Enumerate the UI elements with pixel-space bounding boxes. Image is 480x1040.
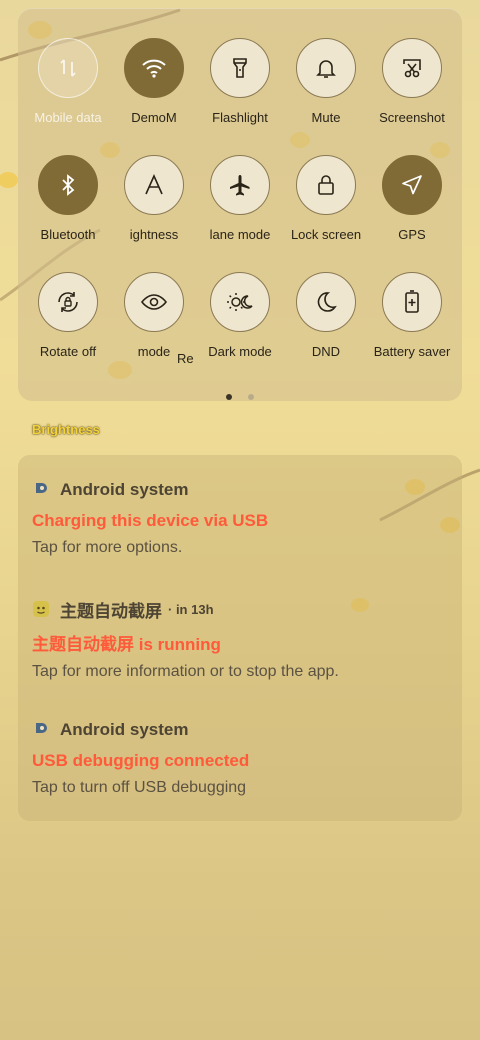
tile-dark-mode[interactable]: Dark mode bbox=[197, 272, 283, 359]
tile-label: Flashlight bbox=[212, 110, 268, 125]
bluetooth-icon bbox=[62, 174, 75, 196]
wifi-icon bbox=[142, 59, 166, 78]
tile-screenshot[interactable]: Screenshot bbox=[369, 38, 455, 125]
brightness-label: Brightness bbox=[32, 422, 100, 437]
airplane-icon bbox=[230, 175, 250, 196]
tile-label: Mobile data bbox=[34, 110, 102, 125]
bell-icon bbox=[316, 60, 336, 78]
tile-label: DemoM bbox=[131, 110, 177, 125]
page-dot[interactable] bbox=[248, 394, 255, 400]
tile-battery-saver[interactable]: Battery saver bbox=[369, 272, 455, 359]
notification-title: Charging this device via USB bbox=[32, 511, 269, 530]
rotate-lock-icon bbox=[58, 292, 78, 312]
tile-label: ightness bbox=[129, 227, 179, 242]
screenshot-icon bbox=[403, 59, 421, 78]
page-indicator bbox=[18, 387, 462, 405]
tile-label: GPS bbox=[398, 227, 426, 242]
notification-title: 主题自动截屏 is running bbox=[32, 635, 221, 654]
tile-reading-mode[interactable]: mode bbox=[111, 272, 197, 359]
dark-mode-icon bbox=[227, 293, 253, 311]
notification-body: Tap to turn off USB debugging bbox=[32, 779, 247, 796]
tile-dnd[interactable]: DND bbox=[283, 272, 369, 359]
notification-app-name: Android system bbox=[60, 480, 189, 499]
tile-label: Battery saver bbox=[373, 344, 451, 359]
tile-label: Mute bbox=[311, 110, 341, 125]
battery-plus-icon bbox=[405, 290, 419, 313]
quick-settings-panel: Mobile data DemoM Flashlight Mute Screen… bbox=[18, 8, 462, 401]
notification-title: USB debugging connected bbox=[32, 751, 250, 770]
notification-body: Tap for more information or to stop the … bbox=[32, 663, 339, 680]
lock-icon bbox=[318, 175, 334, 195]
tile-label: Screenshot bbox=[379, 110, 445, 125]
partial-label: Re bbox=[177, 351, 194, 366]
page-dot-active[interactable] bbox=[225, 394, 232, 400]
tile-mobile-data[interactable]: Mobile data bbox=[25, 38, 111, 125]
tile-label: Bluetooth bbox=[40, 227, 96, 242]
android-p-icon bbox=[32, 481, 50, 499]
tile-label: Lock screen bbox=[290, 227, 362, 242]
tile-lock-screen[interactable]: Lock screen bbox=[283, 155, 369, 242]
tile-label: Dark mode bbox=[208, 344, 272, 359]
notification-panel: Android system Charging this device via … bbox=[18, 455, 462, 821]
tile-flashlight[interactable]: Flashlight bbox=[197, 38, 283, 125]
location-arrow-icon bbox=[402, 175, 422, 195]
mobile-data-icon bbox=[60, 59, 76, 77]
notification-time: · in 13h bbox=[168, 601, 214, 617]
tile-mute[interactable]: Mute bbox=[283, 38, 369, 125]
tile-bluetooth[interactable]: Bluetooth bbox=[25, 155, 111, 242]
tile-label: Rotate off bbox=[39, 344, 97, 359]
moon-icon bbox=[317, 292, 337, 312]
app-screenshot-icon bbox=[32, 600, 50, 618]
tile-label: DND bbox=[311, 344, 341, 359]
notification-body: Tap for more options. bbox=[32, 539, 183, 556]
notification-app-name: 主题自动截屏 bbox=[60, 601, 162, 621]
tile-airplane-mode[interactable]: lane mode bbox=[197, 155, 283, 242]
tile-rotate[interactable]: Rotate off bbox=[25, 272, 111, 359]
notification-usb-debugging[interactable]: Android system USB debugging connected T… bbox=[32, 719, 448, 797]
eye-icon bbox=[141, 294, 167, 310]
tile-wifi[interactable]: DemoM bbox=[111, 38, 197, 125]
auto-brightness-icon bbox=[145, 174, 163, 195]
flashlight-icon bbox=[233, 58, 247, 78]
tile-gps[interactable]: GPS bbox=[369, 155, 455, 242]
android-p-icon bbox=[32, 721, 50, 739]
notification-app-name: Android system bbox=[60, 720, 189, 739]
tile-auto-brightness[interactable]: ightness bbox=[111, 155, 197, 242]
notification-screenshot-app[interactable]: 主题自动截屏 · in 13h 主题自动截屏 is running Tap fo… bbox=[32, 598, 448, 681]
tile-label: lane mode bbox=[209, 227, 271, 242]
notification-usb-charging[interactable]: Android system Charging this device via … bbox=[32, 479, 448, 557]
